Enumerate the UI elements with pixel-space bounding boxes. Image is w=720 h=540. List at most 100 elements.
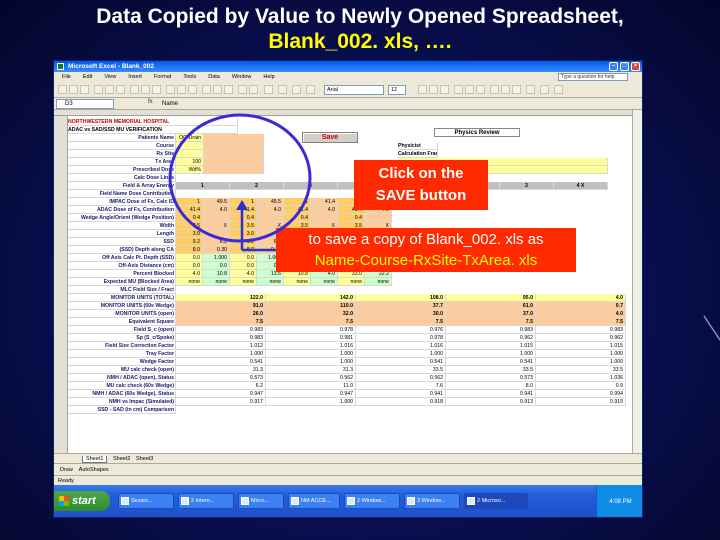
cell[interactable]: 33.5 [356,366,446,374]
window-titlebar[interactable]: Microsoft Excel - Blank_002 – □ × [54,61,642,72]
toolbar-button-icon[interactable] [224,85,233,94]
toolbar-button-icon[interactable] [202,85,211,94]
toolbar-button-icon[interactable] [116,85,125,94]
cell[interactable]: 32.0 [266,310,356,318]
cell[interactable]: MU calc check (60s Wedge) [68,382,176,390]
cell[interactable]: 0.0 [176,254,203,262]
cell[interactable] [176,142,204,150]
toolbar-button-icon[interactable] [58,85,67,94]
fx-icon[interactable]: fx [148,99,153,105]
tab-sheet1[interactable]: Sheet1 [82,456,108,463]
cell[interactable]: OO Drain [176,134,204,142]
cell[interactable]: 6.2 [203,238,230,246]
cell[interactable]: 41.4 [176,206,203,214]
cell[interactable] [204,166,264,174]
cell[interactable]: 0.983 [176,334,266,342]
toolbar-button-icon[interactable] [490,85,499,94]
toolbar-button-icon[interactable] [238,85,247,94]
toolbar-button-icon[interactable] [554,85,563,94]
toolbar-button-icon[interactable] [105,85,114,94]
cell[interactable]: 122.0 [176,294,266,302]
menu-item-format[interactable]: Format [154,74,171,80]
cell[interactable]: 0.941 [446,390,536,398]
menu-item-help[interactable]: Help [263,74,274,80]
cell[interactable]: 0.541 [446,358,536,366]
taskbar-item[interactable]: 2 Microso... [464,493,528,509]
cell[interactable]: 1 [284,198,311,206]
toolbar-button-icon[interactable] [526,85,535,94]
cell[interactable]: 7.5 [356,318,446,326]
cell[interactable]: 0.562 [266,374,356,382]
cell[interactable]: Width [68,222,176,230]
menu-item-edit[interactable]: Edit [83,74,92,80]
cell[interactable]: 4.0 [311,206,338,214]
cell[interactable] [176,150,204,158]
toolbar-button-icon[interactable] [130,85,139,94]
cell[interactable]: NMH / ADAC (60s Wedge), Status [68,390,176,398]
cell[interactable]: 0.0 [230,254,257,262]
cell[interactable]: 4.0 [230,270,257,278]
cell[interactable]: none [338,278,365,286]
cell[interactable] [204,150,264,158]
cell[interactable]: Prescribed Dose [68,166,176,174]
cell[interactable]: 1.000 [266,398,356,406]
taskbar-item[interactable]: 2 Window... [344,493,400,509]
cell[interactable]: 41.4 [230,206,257,214]
cell[interactable]: 0.4 [230,214,257,222]
cell[interactable]: MONITOR UNITS (open) [68,310,176,318]
cell[interactable]: Length [68,230,176,238]
cell[interactable]: 3.0 [230,230,257,238]
taskbar-item[interactable]: 3 Window... [404,493,460,509]
cell[interactable]: Field S_c (open) [68,326,176,334]
toolbar-button-icon[interactable] [540,85,549,94]
cell[interactable]: 49.5 [203,198,230,206]
cell[interactable]: ADAC vs SAD/SSD MU VERIFICATION [68,126,238,134]
cell[interactable]: 1.000 [203,254,230,262]
cell[interactable]: Physicist [398,142,438,150]
cell[interactable]: 1.000 [356,350,446,358]
cell[interactable]: 0.918 [356,398,446,406]
cell[interactable]: 7.5 [266,318,356,326]
cell[interactable]: 1.000 [536,358,626,366]
cell[interactable]: 95.0 [446,294,536,302]
cell[interactable]: Wd% [176,166,204,174]
cell[interactable]: Expected MU (Blocked Area) [68,278,176,286]
cell[interactable]: 0.0 [176,262,203,270]
cell[interactable]: none [176,278,203,286]
cell[interactable]: 10.8 [203,270,230,278]
cell[interactable]: 110.0 [266,302,356,310]
cell[interactable]: Off-Axis Distance (cm) [68,262,176,270]
cell[interactable]: 0.30 [203,246,230,254]
draw-menu[interactable]: Draw [60,467,73,473]
toolbar-button-icon[interactable] [418,85,427,94]
cell[interactable]: 7.6 [356,382,446,390]
cell[interactable]: 0.573 [446,374,536,382]
cell[interactable]: Off Axis Calc Pt. Depth (SSD) [68,254,176,262]
cell[interactable]: 0.978 [266,326,356,334]
cell[interactable]: 1.000 [176,350,266,358]
cell[interactable]: 4.0 [257,206,284,214]
cell[interactable]: 3.5 [176,222,203,230]
toolbar-button-icon[interactable] [476,85,485,94]
cell[interactable]: 1.000 [266,358,356,366]
cell[interactable]: 142.0 [266,294,356,302]
cell[interactable]: 1.000 [446,350,536,358]
minimize-icon[interactable]: – [609,62,618,71]
menu-item-tools[interactable]: Tools [183,74,196,80]
menu-item-data[interactable]: Data [208,74,220,80]
cell[interactable]: 0.917 [176,398,266,406]
formula-input[interactable]: Name [162,99,178,109]
cell[interactable]: 1.012 [176,342,266,350]
cell[interactable]: Rx Site [68,150,176,158]
cell[interactable]: MONITOR UNITS (TOTAL) [68,294,176,302]
cell[interactable]: Calculation Frames/Chart Timestamp [398,150,438,158]
cell[interactable]: Tray Factor [68,350,176,358]
cell[interactable]: 0.962 [536,334,626,342]
cell[interactable] [203,214,230,222]
cell[interactable]: Equivalent Square [68,318,176,326]
toolbar-button-icon[interactable] [512,85,521,94]
menu-item-file[interactable]: File [62,74,71,80]
cell[interactable]: Tx Area [68,158,176,166]
cell[interactable]: 0.913 [446,398,536,406]
cell[interactable]: 9.2 [230,238,257,246]
